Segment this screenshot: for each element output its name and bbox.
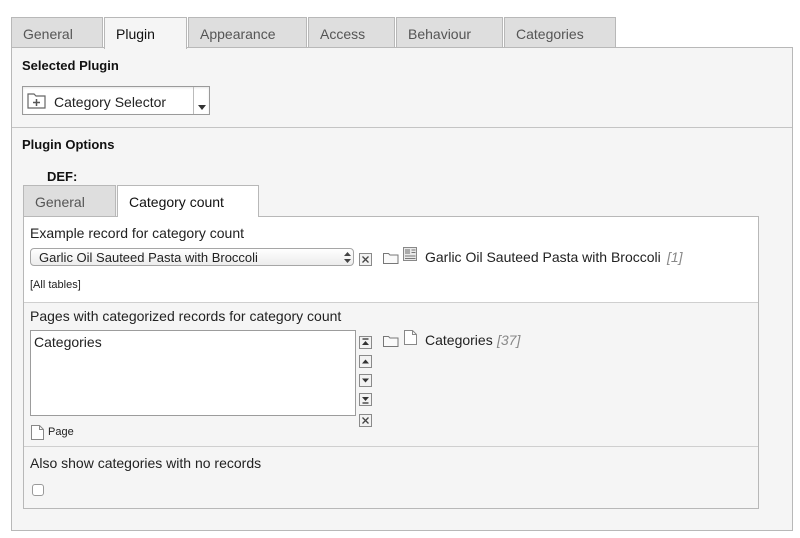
- chevron-down-icon: [198, 98, 206, 113]
- close-icon: [362, 417, 369, 424]
- tab-general[interactable]: General: [11, 17, 103, 48]
- tab-label: Appearance: [200, 26, 276, 42]
- tab-plugin[interactable]: Plugin: [104, 17, 187, 49]
- list-item[interactable]: Categories: [34, 334, 102, 350]
- page-type-label: Page: [48, 426, 74, 438]
- page-icon: [31, 425, 44, 443]
- inner-tab-general[interactable]: General: [23, 185, 116, 216]
- plugin-select[interactable]: Category Selector: [22, 86, 210, 115]
- selected-plugin-heading: Selected Plugin: [22, 58, 119, 73]
- move-down-icon: [362, 378, 369, 383]
- example-record-title: Garlic Oil Sauteed Pasta with Broccoli: [425, 249, 661, 265]
- delete-button[interactable]: [359, 253, 372, 266]
- plugin-options-heading: Plugin Options: [22, 137, 115, 152]
- select-divider: [193, 87, 194, 114]
- pages-record-uid: [37]: [497, 332, 521, 348]
- example-record-uid: [1]: [667, 249, 683, 265]
- pages-record-title: Categories: [425, 332, 493, 348]
- empty-categories-label: Also show categories with no records: [30, 455, 262, 471]
- tab-label: General: [23, 26, 73, 42]
- def-label: DEF:: [47, 169, 78, 184]
- tab-categories[interactable]: Categories: [504, 17, 616, 48]
- folder-icon[interactable]: [383, 252, 399, 267]
- example-record-select-value: Garlic Oil Sauteed Pasta with Broccoli: [39, 250, 258, 265]
- move-up-icon: [362, 359, 369, 364]
- remove-button[interactable]: [359, 414, 372, 427]
- tab-behaviour[interactable]: Behaviour: [396, 17, 503, 48]
- tab-label: Plugin: [116, 26, 155, 42]
- example-record-select[interactable]: Garlic Oil Sauteed Pasta with Broccoli: [30, 248, 354, 266]
- record-icon: [403, 247, 418, 265]
- plugin-select-value: Category Selector: [54, 94, 167, 110]
- move-top-icon: [362, 338, 369, 345]
- row-divider: [24, 302, 758, 303]
- folder-plus-icon: [27, 92, 47, 112]
- pages-label: Pages with categorized records for categ…: [30, 308, 342, 324]
- page-icon: [404, 330, 417, 348]
- move-down-button[interactable]: [359, 374, 372, 387]
- move-to-top-button[interactable]: [359, 336, 372, 349]
- tab-label: Category count: [129, 194, 224, 210]
- empty-categories-checkbox[interactable]: [32, 484, 44, 496]
- row-divider: [24, 446, 758, 447]
- tab-label: Behaviour: [408, 26, 472, 42]
- close-icon: [362, 256, 369, 263]
- tab-label: Categories: [516, 26, 584, 42]
- example-record-label: Example record for category count: [30, 225, 244, 241]
- pages-listbox[interactable]: Categories: [30, 330, 356, 416]
- move-to-bottom-button[interactable]: [359, 393, 372, 406]
- tab-access[interactable]: Access: [308, 17, 395, 48]
- move-bottom-icon: [362, 397, 369, 404]
- folder-icon[interactable]: [383, 335, 399, 350]
- tab-appearance[interactable]: Appearance: [188, 17, 307, 48]
- tab-label: Access: [320, 26, 366, 42]
- tab-label: General: [35, 194, 85, 210]
- move-up-button[interactable]: [359, 355, 372, 368]
- all-tables-note: [All tables]: [30, 279, 81, 291]
- inner-tab-category-count[interactable]: Category count: [117, 185, 259, 217]
- select-arrows-icon: [344, 251, 351, 266]
- section-divider: [12, 127, 792, 128]
